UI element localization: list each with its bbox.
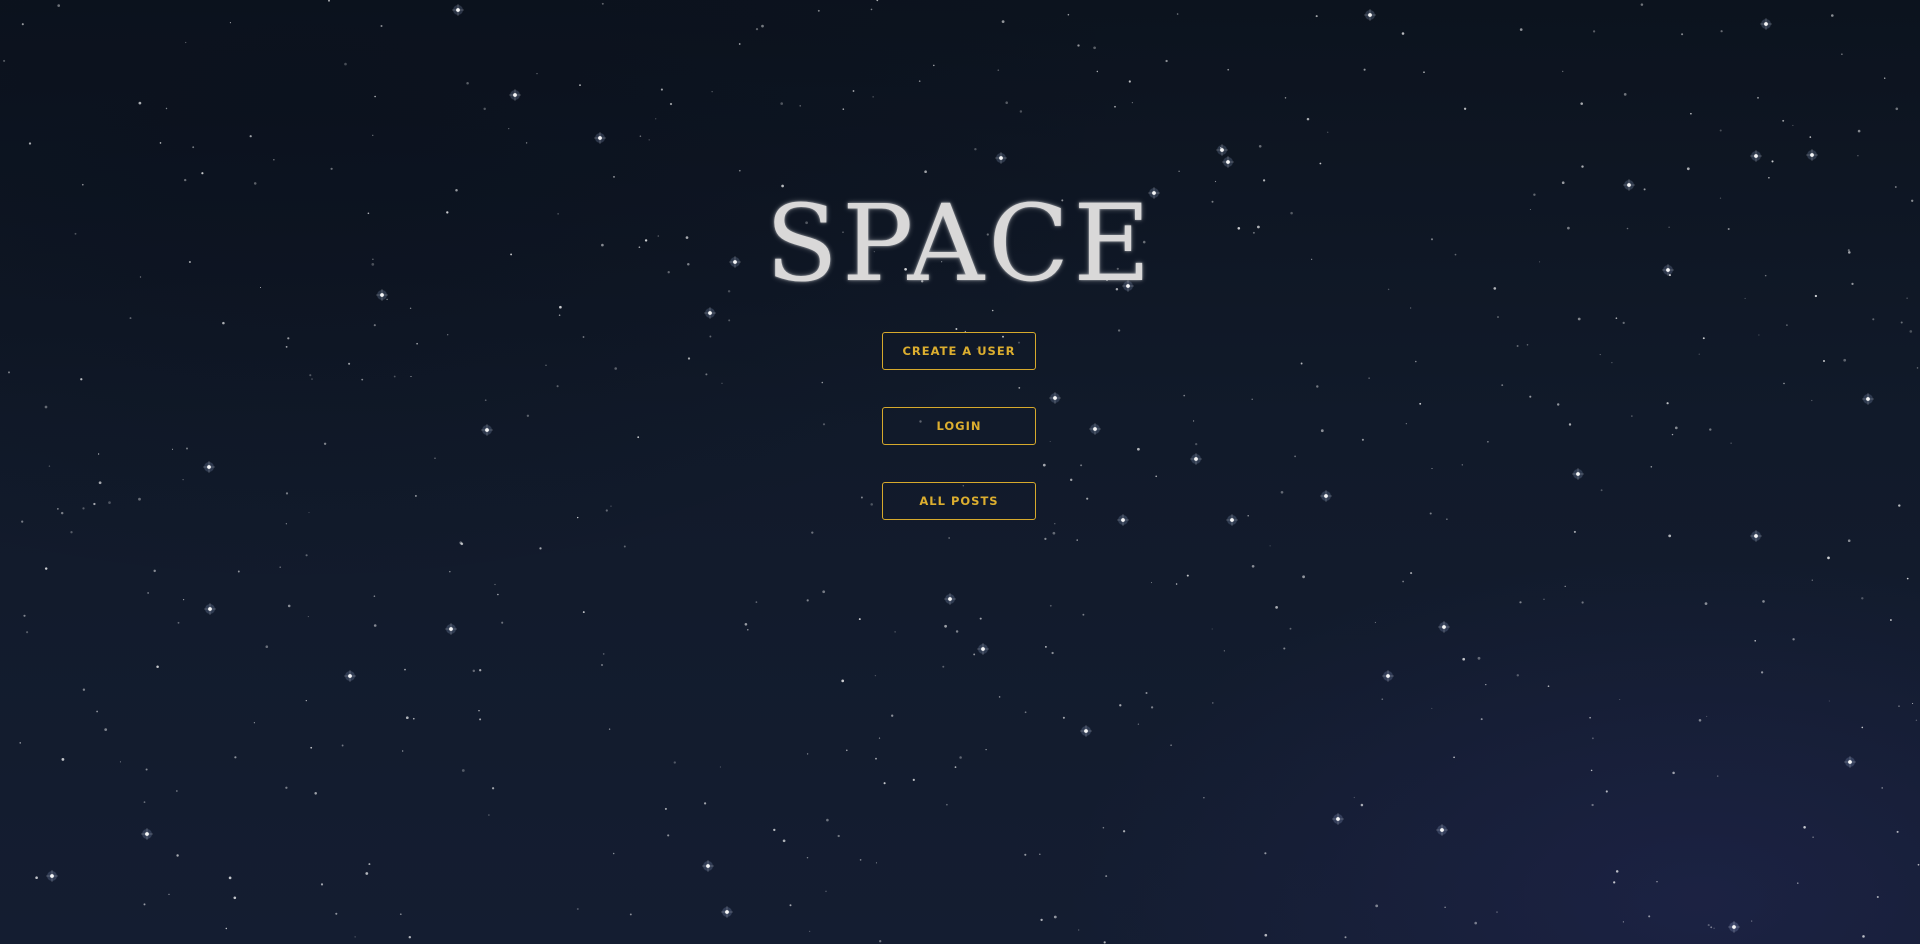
all-posts-button[interactable]: ALL POSTS [882, 482, 1036, 520]
login-button[interactable]: LOGIN [882, 407, 1036, 445]
landing-hero: SPACE CREATE A USER LOGIN ALL POSTS [0, 0, 1920, 944]
page-title: SPACE [765, 182, 1155, 305]
create-user-button[interactable]: CREATE A USER [882, 332, 1036, 370]
